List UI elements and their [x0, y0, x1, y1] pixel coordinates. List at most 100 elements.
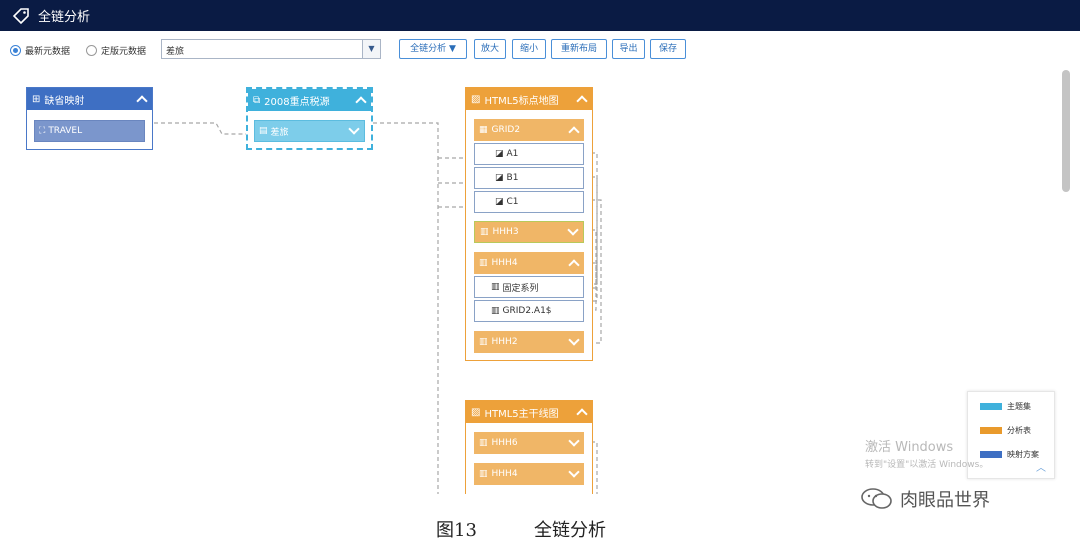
grid-icon: ▦ — [479, 125, 488, 135]
mapping-icon: ⊞ — [32, 93, 41, 105]
collapse-up-icon[interactable]: ︿ — [1036, 459, 1046, 474]
toolbar: 最新元数据 定版元数据 差旅 ▼ 全链分析 ▼ 放大 缩小 重新布局 导出 保存 — [0, 38, 700, 62]
chevron-up-icon[interactable] — [355, 96, 367, 108]
lineage-canvas[interactable]: ⊞ 缺省映射 ⛶ TRAVEL ⧉ 2008重点税源 ▤ 差旅 ▨ HTML5标… — [0, 62, 1060, 494]
grid2-item-b1[interactable]: ◪ B1 — [474, 167, 584, 189]
export-button[interactable]: 导出 — [612, 39, 645, 59]
bar-chart-icon: ▥ — [479, 469, 488, 479]
hhh6-title: HHH6 — [491, 438, 518, 448]
watermark-line2: 转到"设置"以激活 Windows。 — [865, 460, 989, 470]
legend-swatch — [980, 403, 1002, 410]
chevron-up-icon[interactable] — [576, 95, 588, 107]
bar-chart-icon: ▥ — [479, 337, 488, 347]
chevron-down-icon[interactable] — [568, 435, 580, 447]
theme-set-node[interactable]: ⧉ 2008重点税源 ▤ 差旅 — [246, 87, 373, 150]
relayout-button[interactable]: 重新布局 — [551, 39, 607, 59]
trunk-report-header[interactable]: ▨ HTML5主干线图 — [466, 401, 592, 423]
map-report-header[interactable]: ▨ HTML5标点地图 — [466, 88, 592, 110]
table-icon: ▤ — [259, 126, 268, 136]
legend-item-analysis: 分析表 — [980, 425, 1031, 436]
html5-map-report-node[interactable]: ▨ HTML5标点地图 ▦ GRID2 ◪ A1 ◪ B1 ◪ C1 ▥ HHH… — [465, 87, 593, 361]
figure-title: 全链分析 — [534, 520, 606, 541]
mapping-item-travel[interactable]: ⛶ TRAVEL — [34, 120, 145, 142]
hhh4b-section-header[interactable]: ▥ HHH4 — [474, 463, 584, 485]
theme-node-title: 2008重点税源 — [264, 96, 330, 108]
brand-name: 肉眼品世界 — [900, 490, 990, 511]
save-button[interactable]: 保存 — [650, 39, 686, 59]
hhh3-title: HHH3 — [492, 227, 519, 237]
radio-dot-checked[interactable] — [10, 45, 21, 56]
hhh3-section-header[interactable]: ▥ HHH3 — [474, 221, 584, 243]
chevron-up-icon[interactable] — [568, 126, 580, 138]
hhh4-section-header[interactable]: ▥ HHH4 — [474, 252, 584, 274]
watermark-line1: 激活 Windows — [865, 440, 954, 455]
figure-number: 图13 — [436, 520, 477, 541]
chevron-up-icon[interactable] — [136, 95, 148, 107]
bar-chart-icon: ▥ — [479, 438, 488, 448]
trunk-report-title: HTML5主干线图 — [484, 408, 559, 420]
zoom-out-button[interactable]: 缩小 — [512, 39, 546, 59]
hhh2-title: HHH2 — [491, 337, 518, 347]
grid2-item-label: B1 — [506, 173, 519, 183]
theme-node-header[interactable]: ⧉ 2008重点税源 — [248, 89, 371, 111]
grid2-item-label: A1 — [506, 149, 519, 159]
wechat-brand: 肉眼品世界 — [860, 486, 990, 512]
mapping-node-header[interactable]: ⊞ 缺省映射 — [27, 88, 152, 110]
map-report-title: HTML5标点地图 — [484, 95, 559, 107]
mapping-node-title: 缺省映射 — [44, 95, 85, 107]
hhh2-section-header[interactable]: ▥ HHH2 — [474, 331, 584, 353]
tag-icon — [12, 7, 29, 24]
series-icon: ▥ — [491, 306, 500, 316]
radio-latest-metadata[interactable]: 最新元数据 — [10, 44, 70, 57]
select-value: 差旅 — [166, 47, 185, 57]
windows-activation-watermark: 激活 Windows 转到"设置"以激活 Windows。 — [865, 436, 988, 470]
chart-cell-icon: ◪ — [495, 173, 504, 183]
grid2-item-label: C1 — [506, 197, 519, 207]
grid2-item-a1[interactable]: ◪ A1 — [474, 143, 584, 165]
report-icon: ▨ — [471, 406, 481, 418]
theme-item-label: 差旅 — [270, 127, 289, 138]
grid2-section-header[interactable]: ▦ GRID2 — [474, 119, 584, 141]
dropdown-arrow-icon[interactable]: ▼ — [362, 40, 380, 58]
hhh4-item-label: GRID2.A1$ — [502, 306, 552, 316]
legend-item-mapping: 映射方案 — [980, 449, 1039, 460]
chevron-up-icon[interactable] — [576, 408, 588, 420]
hhh4-item-label: 固定系列 — [502, 283, 539, 294]
chevron-down-icon[interactable] — [568, 334, 580, 346]
title-bar: 全链分析 — [0, 0, 1080, 31]
legend-item-theme: 主题集 — [980, 401, 1031, 412]
series-icon: ▥ — [491, 282, 500, 292]
html5-trunk-report-node[interactable]: ▨ HTML5主干线图 ▥ HHH6 ▥ HHH4 — [465, 400, 593, 494]
grid2-item-c1[interactable]: ◪ C1 — [474, 191, 584, 213]
legend-label: 映射方案 — [1007, 450, 1039, 459]
radio-fixed-metadata[interactable]: 定版元数据 — [86, 44, 146, 57]
report-icon: ▨ — [471, 93, 481, 105]
figure-caption: 图13 全链分析 — [0, 514, 1080, 548]
bar-chart-icon: ▥ — [480, 227, 489, 237]
chevron-down-icon[interactable] — [568, 466, 580, 478]
hhh4b-title: HHH4 — [491, 469, 518, 479]
legend-label: 主题集 — [1007, 402, 1031, 411]
mapping-node[interactable]: ⊞ 缺省映射 ⛶ TRAVEL — [26, 87, 153, 150]
grid2-title: GRID2 — [491, 125, 521, 135]
network-icon: ⛶ — [39, 126, 46, 136]
vertical-scrollbar[interactable] — [1062, 70, 1070, 192]
chevron-up-icon[interactable] — [568, 259, 580, 271]
chevron-down-icon[interactable] — [348, 123, 360, 135]
zoom-in-button[interactable]: 放大 — [474, 39, 506, 59]
hhh4-title: HHH4 — [491, 258, 518, 268]
hhh4-item-fixed-series[interactable]: ▥ 固定系列 — [474, 276, 584, 298]
theme-select[interactable]: 差旅 ▼ — [161, 39, 381, 59]
copy-icon: ⧉ — [253, 94, 261, 106]
hhh6-section-header[interactable]: ▥ HHH6 — [474, 432, 584, 454]
page-title: 全链分析 — [38, 10, 91, 25]
radio-fixed-label: 定版元数据 — [101, 47, 147, 57]
chart-cell-icon: ◪ — [495, 149, 504, 159]
full-chain-analysis-button[interactable]: 全链分析 ▼ — [399, 39, 467, 59]
mapping-item-label: TRAVEL — [48, 126, 83, 136]
legend-label: 分析表 — [1007, 426, 1031, 435]
theme-item-travel[interactable]: ▤ 差旅 — [254, 120, 365, 142]
radio-dot[interactable] — [86, 45, 97, 56]
chevron-down-icon[interactable] — [567, 224, 579, 236]
hhh4-item-grid2-a1[interactable]: ▥ GRID2.A1$ — [474, 300, 584, 322]
